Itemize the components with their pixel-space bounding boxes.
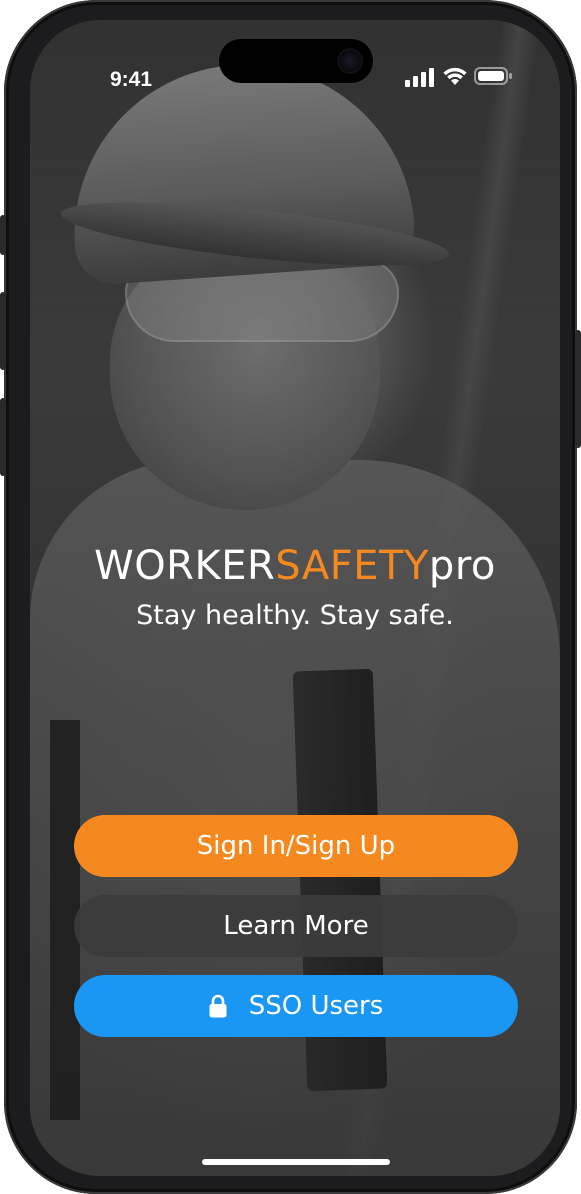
lock-icon <box>209 994 227 1018</box>
wifi-icon <box>443 67 467 85</box>
sign-in-sign-up-button[interactable]: Sign In/Sign Up <box>74 815 518 877</box>
sso-users-button[interactable]: SSO Users <box>74 975 518 1037</box>
learn-more-label: Learn More <box>223 911 369 941</box>
dynamic-island <box>219 39 373 83</box>
logo-word-pro: pro <box>428 543 496 589</box>
logo-word-worker: WORKER <box>94 543 276 589</box>
sign-in-sign-up-label: Sign In/Sign Up <box>196 831 396 861</box>
home-indicator[interactable] <box>202 1159 390 1165</box>
phone-frame: 9:41 WORKERSAFETYpro Stay healthy. Stay … <box>0 0 581 1194</box>
logo-word-safety: SAFETY <box>275 543 429 589</box>
app-logo-wordmark: WORKERSAFETYpro <box>30 543 560 589</box>
sso-users-label: SSO Users <box>248 991 384 1021</box>
battery-icon <box>474 67 512 85</box>
app-screen: 9:41 WORKERSAFETYpro Stay healthy. Stay … <box>30 20 560 1176</box>
volume-up-button <box>0 292 6 370</box>
cellular-signal-icon <box>405 68 434 87</box>
power-button <box>575 330 581 448</box>
learn-more-button[interactable]: Learn More <box>74 895 518 957</box>
action-button <box>0 215 6 255</box>
volume-down-button <box>0 398 6 476</box>
tagline: Stay healthy. Stay safe. <box>136 600 454 631</box>
front-camera-icon <box>337 48 363 74</box>
status-time: 9:41 <box>110 68 153 91</box>
status-icons <box>405 64 515 90</box>
